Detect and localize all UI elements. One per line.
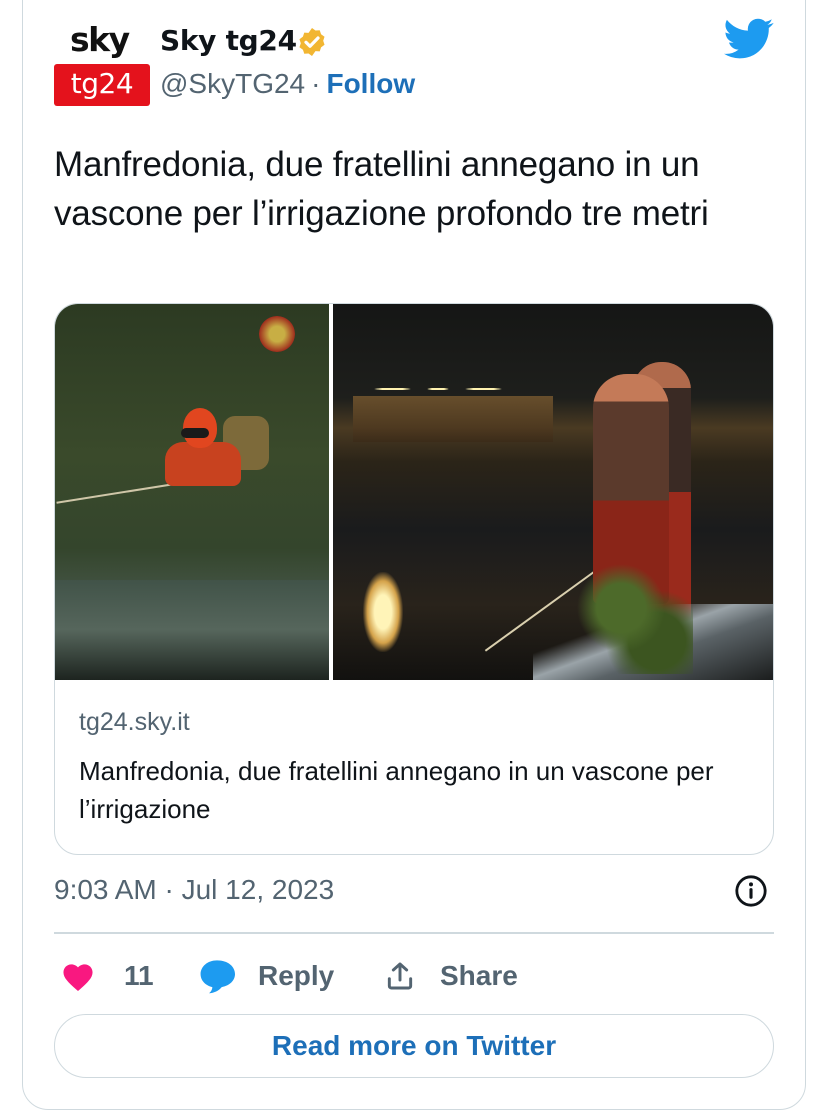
like-button[interactable]: 11	[60, 956, 154, 996]
twitter-bird-icon[interactable]	[724, 18, 774, 60]
separator-dot: ·	[311, 68, 321, 99]
light-reflection	[363, 572, 403, 652]
share-button[interactable]: Share	[384, 956, 518, 996]
background-building	[353, 396, 553, 442]
night-lights	[373, 382, 503, 396]
verified-badge-icon	[299, 28, 325, 56]
pool-rim	[55, 580, 329, 680]
handle-row: @SkyTG24 · Follow	[160, 68, 415, 100]
info-icon[interactable]	[734, 874, 768, 908]
link-title[interactable]: Manfredonia, due fratellini annegano in …	[79, 752, 751, 828]
read-more-button[interactable]: Read more on Twitter	[54, 1014, 774, 1078]
reply-button[interactable]: Reply	[198, 956, 334, 996]
diver-body	[165, 442, 241, 486]
fire-brigade-emblem-icon	[259, 316, 295, 352]
tweet-timestamp[interactable]: 9:03 AM · Jul 12, 2023	[54, 874, 334, 906]
reply-label: Reply	[258, 960, 335, 991]
heart-icon	[63, 964, 93, 991]
sky-logo[interactable]: sky	[70, 20, 134, 60]
tg24-avatar-logo[interactable]: tg24	[54, 64, 150, 106]
diver-mask	[181, 428, 209, 438]
like-count: 11	[124, 960, 154, 991]
rescuers-at-night-photo[interactable]	[333, 304, 773, 680]
divider	[54, 932, 774, 934]
link-domain: tg24.sky.it	[79, 708, 190, 736]
link-preview-card[interactable]: tg24.sky.it Manfredonia, due fratellini …	[54, 303, 774, 855]
share-icon	[387, 962, 413, 990]
reply-bubble-icon	[200, 960, 235, 994]
rope	[56, 482, 182, 504]
author-name[interactable]: Sky tg24	[160, 24, 297, 57]
share-label: Share	[440, 960, 518, 991]
follow-link[interactable]: Follow	[326, 68, 415, 99]
author-handle[interactable]: @SkyTG24	[160, 68, 305, 99]
tweet-text: Manfredonia, due fratellini annegano in …	[54, 145, 709, 233]
diver-in-pool-photo[interactable]	[55, 304, 329, 680]
foliage	[573, 564, 693, 674]
